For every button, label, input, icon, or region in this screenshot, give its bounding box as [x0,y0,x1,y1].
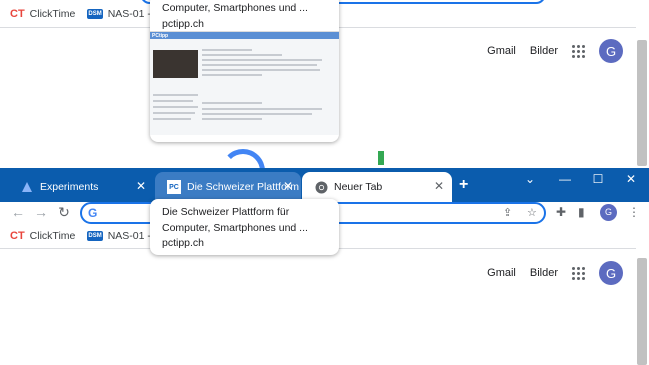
forward-icon[interactable]: → [33,204,49,220]
apps-grid-icon[interactable] [572,44,585,58]
hover-card-title-line2: Computer, Smartphones und ... [162,222,308,234]
hover-card-title-line1: Die Schweizer Plattform für [162,206,290,218]
clicktime-icon: CT [10,230,25,242]
hover-card-domain: pctipp.ch [162,237,205,249]
minimize-button[interactable]: — [553,171,577,187]
avatar[interactable]: G [599,261,623,285]
google-icon: G [88,206,98,220]
tab-experiments[interactable]: Experiments ✕ [8,172,154,202]
tab-new-tab[interactable]: Neuer Tab ✕ [302,172,452,202]
share-icon[interactable]: ⇪ [503,206,512,219]
page-preview-thumbnail: PCtipp [150,31,339,135]
google-header-links: Gmail Bilder G [487,39,623,63]
preview-image [153,50,198,78]
experiments-icon [20,180,34,194]
side-panel-icon[interactable]: ▮ [578,205,585,219]
close-tab-icon[interactable]: ✕ [434,180,444,192]
images-link[interactable]: Bilder [530,45,558,57]
hover-card-domain: pctipp.ch [162,18,205,30]
google-logo-l [378,151,384,165]
close-tab-icon[interactable]: ✕ [136,180,146,192]
images-link[interactable]: Bilder [530,267,558,279]
tab-search-icon[interactable]: ⌄ [518,171,542,187]
menu-icon[interactable]: ⋮ [628,205,640,219]
preview-header: PCtipp [150,32,339,39]
avatar[interactable]: G [599,39,623,63]
close-tab-icon[interactable]: ✕ [283,180,293,192]
close-window-button[interactable]: ✕ [619,171,643,187]
clicktime-icon: CT [10,8,25,20]
dsm-icon: DSM [87,9,103,19]
tab-strip: Experiments ✕ PC Die Schweizer Plattform… [0,168,649,202]
background-browser-window: CT ClickTime DSM NAS-01 - Syno Gmail Bil… [0,0,649,193]
scrollbar[interactable] [637,258,647,365]
dsm-icon: DSM [87,231,103,241]
tab-hover-card: Die Schweizer Plattform für Computer, Sm… [150,199,339,255]
extensions-icon[interactable]: ✚ [556,205,566,219]
hover-card-title: Computer, Smartphones und ... [162,2,308,14]
back-icon[interactable]: ← [10,204,26,220]
maximize-button[interactable]: ☐ [586,171,610,187]
bookmark-clicktime[interactable]: CT ClickTime [10,230,75,242]
profile-avatar[interactable]: G [600,204,617,221]
screen: CT ClickTime DSM NAS-01 - Syno Gmail Bil… [0,0,649,365]
google-header-links: Gmail Bilder G [487,261,623,285]
bookmark-star-icon[interactable]: ☆ [527,206,537,219]
pctipp-icon: PC [167,180,181,194]
background-tab-hover-card: Computer, Smartphones und ... pctipp.ch … [150,0,339,142]
new-tab-button[interactable]: + [459,177,468,193]
tab-pctipp[interactable]: PC Die Schweizer Plattform f ✕ [155,172,301,202]
reload-icon[interactable]: ↻ [56,204,72,220]
chrome-icon [314,180,328,194]
foreground-browser-window: Experiments ✕ PC Die Schweizer Plattform… [0,168,649,365]
apps-grid-icon[interactable] [572,266,585,280]
bookmark-clicktime[interactable]: CT ClickTime [10,8,75,20]
gmail-link[interactable]: Gmail [487,267,516,279]
gmail-link[interactable]: Gmail [487,45,516,57]
scrollbar[interactable] [637,40,647,166]
